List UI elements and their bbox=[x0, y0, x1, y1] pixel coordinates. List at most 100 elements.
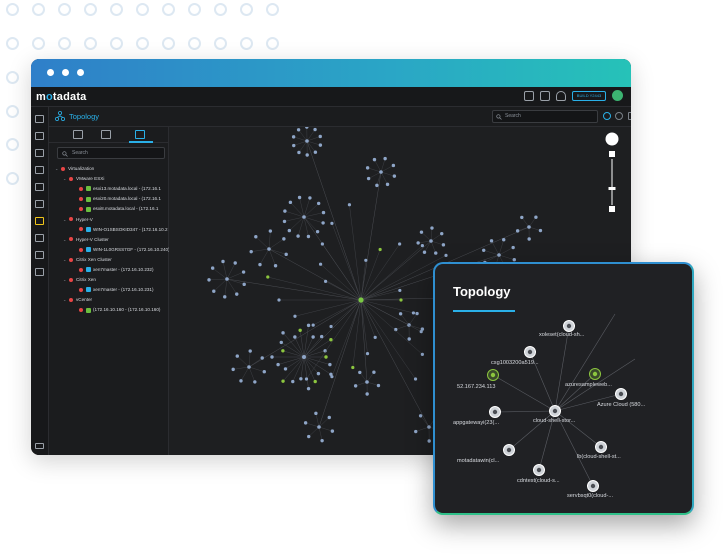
graph-node[interactable] bbox=[440, 231, 444, 236]
graph-node[interactable] bbox=[489, 239, 494, 243]
graph-node[interactable] bbox=[520, 215, 524, 220]
graph-node[interactable] bbox=[511, 245, 515, 250]
graph-node[interactable] bbox=[242, 282, 246, 287]
graph-node[interactable] bbox=[299, 377, 303, 381]
graph-node[interactable] bbox=[273, 264, 278, 268]
cloud-icon[interactable] bbox=[524, 346, 536, 358]
info-icon[interactable] bbox=[603, 112, 611, 120]
graph-node[interactable] bbox=[291, 379, 295, 384]
graph-node[interactable] bbox=[302, 215, 306, 219]
tree-node[interactable]: ⌄ VMware ESXi bbox=[63, 174, 104, 183]
graph-node[interactable] bbox=[353, 384, 358, 388]
graph-node[interactable] bbox=[379, 170, 383, 174]
graph-node[interactable] bbox=[365, 380, 369, 384]
graph-node[interactable] bbox=[231, 367, 235, 372]
graph-node[interactable] bbox=[307, 434, 311, 439]
graph-node[interactable] bbox=[391, 163, 396, 168]
azure-icon[interactable] bbox=[615, 388, 627, 400]
graph-node[interactable] bbox=[239, 379, 243, 383]
graph-node[interactable] bbox=[329, 324, 333, 329]
graph-node[interactable] bbox=[365, 392, 369, 396]
graph-node[interactable] bbox=[276, 362, 280, 367]
graph-node[interactable] bbox=[296, 128, 301, 132]
tree-node[interactable]: ⌄ Hyper-V bbox=[63, 215, 93, 224]
graph-node[interactable] bbox=[235, 354, 239, 358]
window-control-dot[interactable] bbox=[77, 69, 84, 76]
chart-icon[interactable] bbox=[35, 149, 44, 157]
graph-hub-node[interactable] bbox=[358, 297, 364, 303]
graph-node[interactable] bbox=[247, 365, 251, 369]
tree-node[interactable]: ⌄ Citrix Xen Cluster bbox=[63, 255, 112, 264]
cloud-icon[interactable] bbox=[563, 320, 575, 332]
graph-node[interactable] bbox=[313, 379, 317, 384]
graph-node[interactable] bbox=[330, 375, 334, 379]
graph-node[interactable] bbox=[260, 356, 264, 360]
graph-node[interactable] bbox=[317, 425, 321, 429]
tree-node[interactable]: esxi20.motadata.local - (172.16.1 bbox=[73, 194, 161, 203]
tab-virtualization[interactable] bbox=[135, 130, 145, 139]
graph-node[interactable] bbox=[293, 335, 297, 339]
graph-node[interactable] bbox=[318, 134, 322, 139]
graph-node[interactable] bbox=[434, 251, 438, 255]
graph-node[interactable] bbox=[347, 203, 352, 207]
graph-node[interactable] bbox=[221, 259, 225, 264]
graph-node[interactable] bbox=[235, 292, 239, 296]
graph-node[interactable] bbox=[420, 352, 424, 356]
graph-node[interactable] bbox=[262, 370, 266, 374]
graph-node[interactable] bbox=[416, 241, 420, 245]
graph-node[interactable] bbox=[427, 425, 431, 429]
cloud-icon[interactable] bbox=[587, 480, 599, 492]
graph-node[interactable] bbox=[330, 221, 334, 225]
graph-node[interactable] bbox=[320, 438, 324, 443]
graph-node[interactable] bbox=[297, 150, 301, 155]
graph-node[interactable] bbox=[305, 125, 309, 129]
report-icon[interactable] bbox=[35, 166, 44, 174]
graph-node[interactable] bbox=[430, 226, 434, 230]
graph-node[interactable] bbox=[254, 235, 258, 239]
graph-node[interactable] bbox=[418, 414, 423, 418]
group-icon[interactable] bbox=[35, 234, 44, 242]
graph-node[interactable] bbox=[267, 247, 271, 251]
graph-node[interactable] bbox=[378, 247, 382, 252]
tab-network[interactable] bbox=[101, 130, 111, 139]
log-icon[interactable] bbox=[35, 251, 44, 259]
graph-node[interactable] bbox=[411, 311, 416, 315]
dashboard-icon[interactable] bbox=[35, 115, 44, 123]
graph-node[interactable] bbox=[324, 355, 328, 359]
graph-node[interactable] bbox=[281, 331, 285, 335]
graph-node[interactable] bbox=[385, 182, 390, 187]
zoom-out-button[interactable] bbox=[609, 206, 615, 212]
graph-node[interactable] bbox=[207, 278, 211, 282]
cloud-icon[interactable] bbox=[595, 441, 607, 453]
graph-node[interactable] bbox=[253, 380, 257, 384]
graph-node[interactable] bbox=[422, 250, 427, 254]
graph-node[interactable] bbox=[311, 323, 315, 327]
monitor-icon[interactable] bbox=[35, 132, 44, 140]
window-control-dot[interactable] bbox=[62, 69, 69, 76]
graph-node[interactable] bbox=[248, 349, 252, 353]
graph-node[interactable] bbox=[527, 237, 531, 241]
alert-icon[interactable] bbox=[35, 200, 44, 208]
topology-search-input[interactable]: Search bbox=[492, 110, 598, 123]
graph-node[interactable] bbox=[302, 355, 306, 359]
graph-node[interactable] bbox=[327, 415, 331, 420]
graph-node[interactable] bbox=[270, 355, 274, 359]
graph-node[interactable] bbox=[398, 242, 402, 246]
graph-node[interactable] bbox=[283, 367, 288, 371]
tree-node[interactable]: xen7master - (172.16.10.231) bbox=[73, 285, 154, 294]
graph-node[interactable] bbox=[306, 386, 311, 391]
graph-node[interactable] bbox=[419, 330, 423, 334]
gear-icon[interactable] bbox=[615, 112, 623, 120]
graph-node[interactable] bbox=[415, 311, 419, 316]
graph-node[interactable] bbox=[515, 229, 520, 233]
graph-node[interactable] bbox=[279, 340, 283, 345]
graph-node[interactable] bbox=[225, 277, 229, 281]
graph-node[interactable] bbox=[427, 439, 431, 443]
tree-node[interactable]: ⌄ vCenter bbox=[63, 295, 92, 304]
tree-node[interactable]: ⌄ Virtualization bbox=[55, 164, 94, 173]
graph-node[interactable] bbox=[372, 370, 376, 374]
graph-node[interactable] bbox=[306, 323, 311, 328]
graph-node[interactable] bbox=[313, 127, 317, 132]
topology-icon[interactable] bbox=[35, 217, 44, 225]
graph-node[interactable] bbox=[283, 209, 287, 213]
